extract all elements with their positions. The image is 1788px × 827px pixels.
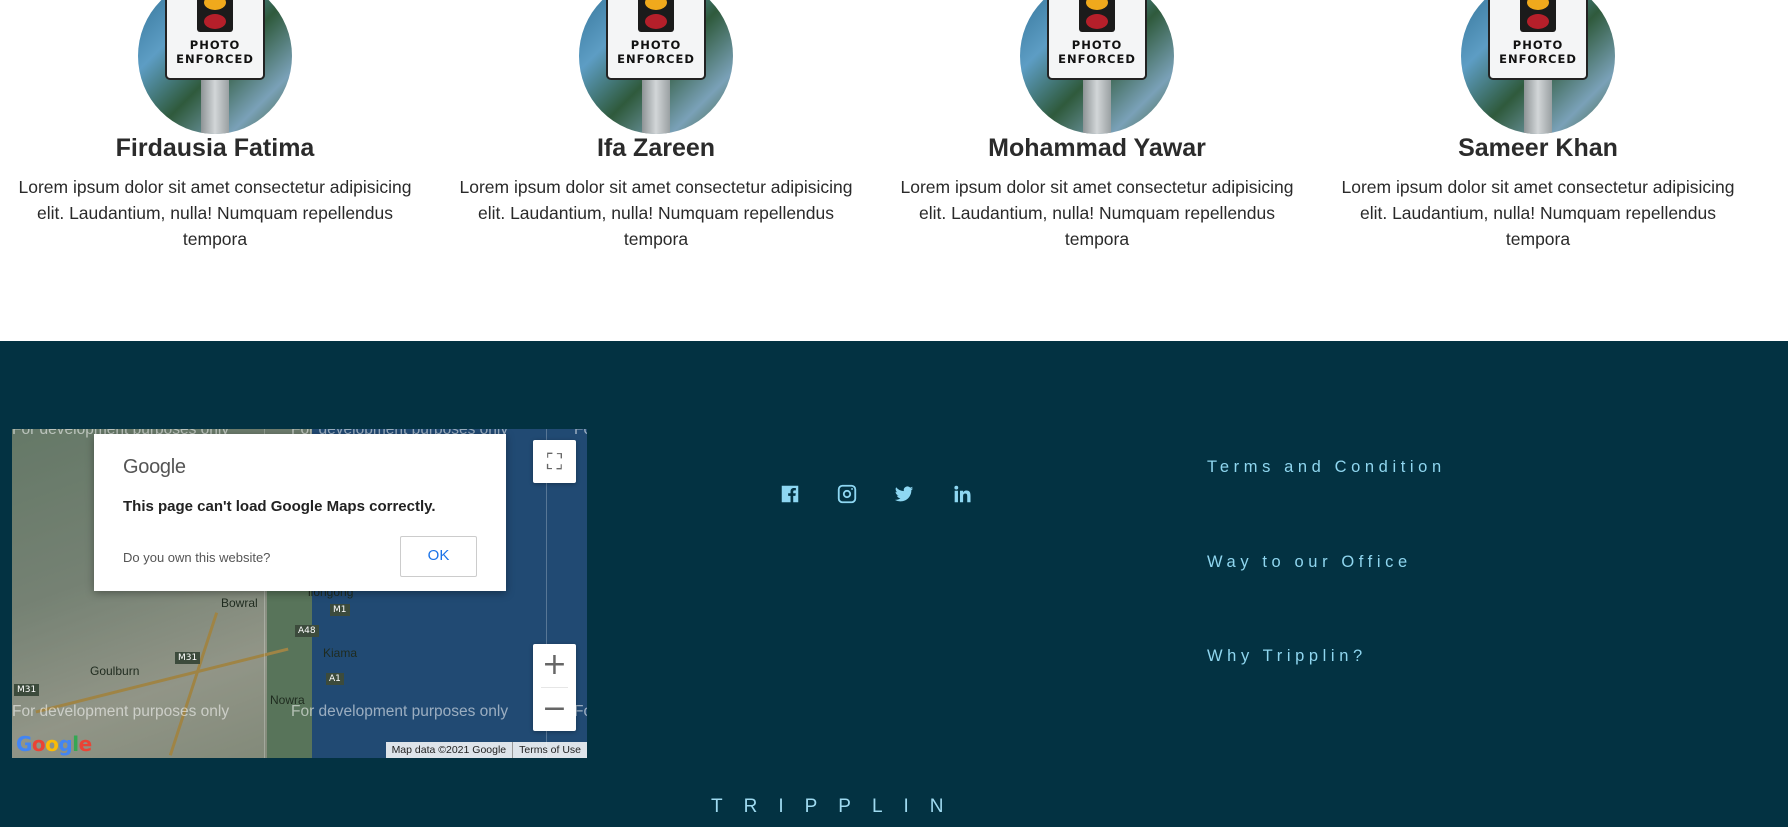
dialog-own-website-link[interactable]: Do you own this website? [123, 550, 270, 565]
twitter-icon[interactable] [890, 480, 918, 508]
photo-sign-text: PHOTO ENFORCED [617, 38, 695, 66]
road-shield: M1 [330, 604, 350, 616]
google-logo[interactable]: Google [16, 732, 92, 756]
map-data-credit: Map data ©2021 Google [391, 744, 507, 756]
maps-error-dialog: Google This page can't load Google Maps … [94, 434, 506, 591]
terms-of-use-link[interactable]: Terms of Use [512, 742, 587, 758]
fullscreen-button[interactable]: ⛶ [533, 440, 576, 483]
member-photo: PHOTO ENFORCED [138, 0, 292, 134]
road-shield: M31 [175, 652, 201, 664]
member-photo: PHOTO ENFORCED [579, 0, 733, 134]
google-map-embed[interactable]: Bowral Goulburn Kiama Nowra llongong M31… [12, 429, 587, 758]
team-section: PHOTO ENFORCED Firdausia Fatima Lorem ip… [0, 0, 1788, 341]
zoom-in-button[interactable]: + [533, 644, 576, 687]
member-name: Ifa Zareen [596, 134, 716, 162]
zoom-out-button[interactable]: − [533, 688, 576, 731]
dialog-error-message: This page can't load Google Maps correct… [123, 498, 436, 515]
instagram-icon[interactable] [833, 480, 861, 508]
linkedin-icon[interactable] [948, 480, 976, 508]
way-to-office-link[interactable]: Way to our Office [1207, 553, 1412, 572]
member-name: Mohammad Yawar [988, 134, 1206, 162]
zoom-controls: + − [533, 644, 576, 731]
why-tripplin-link[interactable]: Why Tripplin? [1207, 647, 1367, 666]
member-description: Lorem ipsum dolor sit amet consectetur a… [1341, 177, 1735, 249]
road-shield: M31 [14, 684, 40, 696]
photo-sign-text: PHOTO ENFORCED [176, 38, 254, 66]
map-place-label: Bowral [221, 596, 258, 610]
map-watermark: For development purposes only [12, 703, 230, 720]
dialog-ok-button[interactable]: OK [400, 536, 477, 577]
member-name: Sameer Khan [1458, 134, 1618, 162]
member-photo: PHOTO ENFORCED [1461, 0, 1615, 134]
member-description: Lorem ipsum dolor sit amet consectetur a… [900, 177, 1294, 249]
member-name: Firdausia Fatima [115, 134, 315, 162]
terms-and-condition-link[interactable]: Terms and Condition [1207, 458, 1446, 477]
member-photo: PHOTO ENFORCED [1020, 0, 1174, 134]
photo-sign-text: PHOTO ENFORCED [1499, 38, 1577, 66]
member-description: Lorem ipsum dolor sit amet consectetur a… [459, 177, 853, 249]
footer-brand-name: TRIPPLIN [711, 796, 965, 817]
dialog-google-logo: Google [123, 456, 186, 478]
fullscreen-icon: ⛶ [546, 449, 563, 474]
road-shield: A48 [295, 625, 319, 637]
photo-sign-text: PHOTO ENFORCED [1058, 38, 1136, 66]
facebook-icon[interactable] [776, 480, 804, 508]
map-place-label: Goulburn [90, 664, 140, 678]
map-place-label: Kiama [323, 646, 358, 660]
footer: Bowral Goulburn Kiama Nowra llongong M31… [0, 341, 1788, 827]
map-attribution: Map data ©2021 Google Terms of Use [385, 742, 587, 758]
map-watermark: Fo [574, 429, 587, 438]
map-watermark: For development purposes only [291, 703, 509, 720]
member-description: Lorem ipsum dolor sit amet consectetur a… [18, 177, 412, 249]
road-shield: A1 [326, 673, 344, 685]
